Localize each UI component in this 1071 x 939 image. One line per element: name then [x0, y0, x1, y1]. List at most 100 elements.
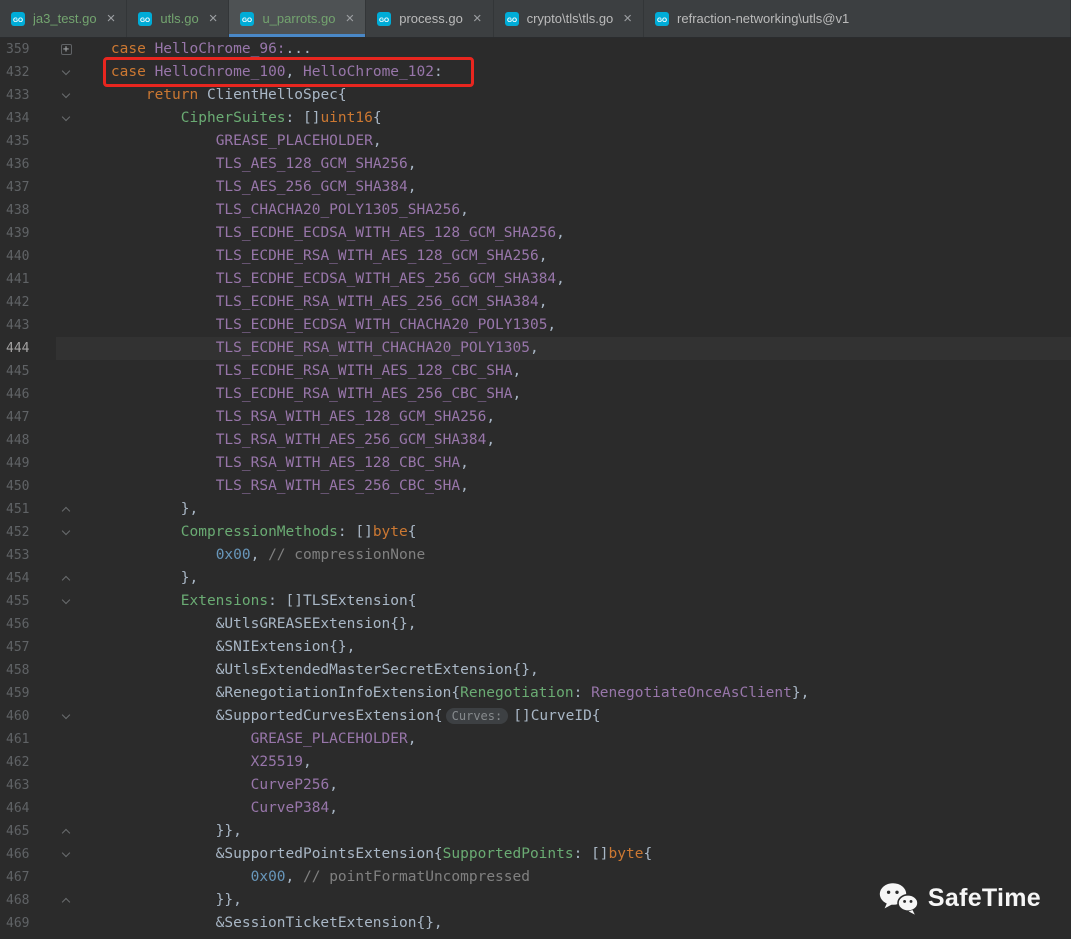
- line-number: 359: [6, 42, 30, 57]
- code-line-458[interactable]: 458 &UtlsExtendedMasterSecretExtension{}…: [0, 659, 1071, 682]
- tab-ja3_test.go[interactable]: GO ja3_test.go ×: [0, 0, 128, 37]
- line-number: 437: [6, 180, 30, 195]
- code-line-444[interactable]: 444 TLS_ECDHE_RSA_WITH_CHACHA20_POLY1305…: [0, 337, 1071, 360]
- code-text: TLS_AES_128_GCM_SHA256,: [215, 156, 417, 172]
- code-line-452[interactable]: 452 CompressionMethods: []byte{: [0, 521, 1071, 544]
- tab-close-icon[interactable]: ×: [473, 11, 482, 26]
- code-text: },: [76, 501, 199, 517]
- code-line-445[interactable]: 445 TLS_ECDHE_RSA_WITH_AES_128_CBC_SHA,: [0, 360, 1071, 383]
- code-line-463[interactable]: 463 CurveP256,: [0, 774, 1071, 797]
- code-line-457[interactable]: 457 &SNIExtension{},: [0, 636, 1071, 659]
- tab-crypto-tls-tls.go[interactable]: GO crypto\tls\tls.go ×: [494, 0, 645, 37]
- code-line-454[interactable]: 454 },: [0, 567, 1071, 590]
- code-text: case HelloChrome_96:...: [110, 41, 312, 58]
- code-line-465[interactable]: 465 }},: [0, 820, 1071, 843]
- code-line-469[interactable]: 469 &SessionTicketExtension{},: [0, 912, 1071, 935]
- code-line-456[interactable]: 456 &UtlsGREASEExtension{},: [0, 613, 1071, 636]
- fold-end-icon[interactable]: [56, 498, 76, 521]
- gutter-spacer: [56, 153, 76, 176]
- code-line-441[interactable]: 441 TLS_ECDHE_ECDSA_WITH_AES_256_GCM_SHA…: [0, 268, 1071, 291]
- code-text: CompressionMethods: []byte{: [180, 524, 417, 540]
- tab-close-icon[interactable]: ×: [345, 11, 354, 26]
- fold-start-icon[interactable]: [56, 705, 76, 728]
- tab-close-icon[interactable]: ×: [107, 11, 116, 26]
- fold-end-icon[interactable]: [56, 889, 76, 912]
- tab-utls.go[interactable]: GO utls.go ×: [127, 0, 230, 37]
- code-line-440[interactable]: 440 TLS_ECDHE_RSA_WITH_AES_128_GCM_SHA25…: [0, 245, 1071, 268]
- fold-end-icon[interactable]: [56, 820, 76, 843]
- fold-start-icon[interactable]: [56, 590, 76, 613]
- tab-u_parrots.go[interactable]: GO u_parrots.go ×: [229, 0, 367, 37]
- line-number: 446: [6, 387, 30, 402]
- line-number: 447: [6, 410, 30, 425]
- line-number: 463: [6, 778, 30, 793]
- go-file-icon: GO: [504, 11, 519, 26]
- line-number: 455: [6, 594, 30, 609]
- fold-end-icon[interactable]: [56, 567, 76, 590]
- code-line-446[interactable]: 446 TLS_ECDHE_RSA_WITH_AES_256_CBC_SHA,: [0, 383, 1071, 406]
- gutter-spacer: [56, 866, 76, 889]
- svg-text:GO: GO: [242, 17, 252, 24]
- tab-label: ja3_test.go: [33, 11, 97, 26]
- fold-start-icon[interactable]: [56, 84, 76, 107]
- line-number: 453: [6, 548, 30, 563]
- code-text: TLS_CHACHA20_POLY1305_SHA256,: [215, 202, 469, 218]
- code-line-470[interactable]: 470 &ALPNExtension{AlpnProtocols: []stri…: [0, 935, 1071, 939]
- code-line-434[interactable]: 434 CipherSuites: []uint16{: [0, 107, 1071, 130]
- line-number: 450: [6, 479, 30, 494]
- line-number: 456: [6, 617, 30, 632]
- code-line-466[interactable]: 466 &SupportedPointsExtension{SupportedP…: [0, 843, 1071, 866]
- code-text: TLS_RSA_WITH_AES_128_GCM_SHA256,: [215, 409, 496, 425]
- code-line-438[interactable]: 438 TLS_CHACHA20_POLY1305_SHA256,: [0, 199, 1071, 222]
- code-line-439[interactable]: 439 TLS_ECDHE_ECDSA_WITH_AES_128_GCM_SHA…: [0, 222, 1071, 245]
- code-text: TLS_ECDHE_RSA_WITH_CHACHA20_POLY1305,: [215, 340, 539, 356]
- code-text: Extensions: []TLSExtension{: [180, 593, 417, 609]
- code-text: TLS_ECDHE_ECDSA_WITH_CHACHA20_POLY1305,: [215, 317, 557, 333]
- code-line-459[interactable]: 459 &RenegotiationInfoExtension{Renegoti…: [0, 682, 1071, 705]
- fold-start-icon[interactable]: [56, 843, 76, 866]
- tab-process.go[interactable]: GO process.go ×: [366, 0, 494, 37]
- gutter-spacer: [56, 176, 76, 199]
- tab-close-icon[interactable]: ×: [623, 11, 632, 26]
- fold-start-icon[interactable]: [56, 107, 76, 130]
- fold-start-icon[interactable]: [56, 521, 76, 544]
- gutter-spacer: [56, 268, 76, 291]
- code-line-437[interactable]: 437 TLS_AES_256_GCM_SHA384,: [0, 176, 1071, 199]
- code-line-432[interactable]: 432 case HelloChrome_100, HelloChrome_10…: [0, 61, 1071, 84]
- code-line-453[interactable]: 453 0x00, // compressionNone: [0, 544, 1071, 567]
- code-line-460[interactable]: 460 &SupportedCurvesExtension{Curves: []C…: [0, 705, 1071, 728]
- code-line-449[interactable]: 449 TLS_RSA_WITH_AES_128_CBC_SHA,: [0, 452, 1071, 475]
- tab-close-icon[interactable]: ×: [209, 11, 218, 26]
- code-line-442[interactable]: 442 TLS_ECDHE_RSA_WITH_AES_256_GCM_SHA38…: [0, 291, 1071, 314]
- line-number: 439: [6, 226, 30, 241]
- code-text: 0x00, // compressionNone: [215, 547, 426, 563]
- gutter-spacer: [56, 475, 76, 498]
- code-line-451[interactable]: 451 },: [0, 498, 1071, 521]
- line-number: 457: [6, 640, 30, 655]
- code-line-447[interactable]: 447 TLS_RSA_WITH_AES_128_GCM_SHA256,: [0, 406, 1071, 429]
- code-line-443[interactable]: 443 TLS_ECDHE_ECDSA_WITH_CHACHA20_POLY13…: [0, 314, 1071, 337]
- code-line-435[interactable]: 435 GREASE_PLACEHOLDER,: [0, 130, 1071, 153]
- code-line-455[interactable]: 455 Extensions: []TLSExtension{: [0, 590, 1071, 613]
- gutter-spacer: [56, 935, 76, 939]
- code-line-436[interactable]: 436 TLS_AES_128_GCM_SHA256,: [0, 153, 1071, 176]
- fold-start-icon[interactable]: [56, 61, 76, 84]
- line-number: 444: [6, 341, 30, 356]
- code-line-464[interactable]: 464 CurveP384,: [0, 797, 1071, 820]
- editor[interactable]: 359 + case HelloChrome_96:... 432 case Hel…: [0, 38, 1071, 939]
- line-number: 466: [6, 847, 30, 862]
- code-text: TLS_ECDHE_ECDSA_WITH_AES_256_GCM_SHA384,: [215, 271, 565, 287]
- code-text: TLS_ECDHE_RSA_WITH_AES_128_GCM_SHA256,: [215, 248, 548, 264]
- tab-refraction-networking-utls@v1[interactable]: GO refraction-networking\utls@v1: [644, 0, 1071, 37]
- code-line-448[interactable]: 448 TLS_RSA_WITH_AES_256_GCM_SHA384,: [0, 429, 1071, 452]
- code-text: &ALPNExtension{AlpnProtocols: []string{"…: [76, 935, 722, 939]
- code-line-461[interactable]: 461 GREASE_PLACEHOLDER,: [0, 728, 1071, 751]
- line-number: 440: [6, 249, 30, 264]
- fold-plus-icon[interactable]: +: [56, 38, 76, 61]
- code-line-450[interactable]: 450 TLS_RSA_WITH_AES_256_CBC_SHA,: [0, 475, 1071, 498]
- code-line-462[interactable]: 462 X25519,: [0, 751, 1071, 774]
- code-line-359[interactable]: 359 + case HelloChrome_96:...: [0, 38, 1071, 61]
- line-number: 436: [6, 157, 30, 172]
- code-text: &SupportedCurvesExtension{Curves: []Curve…: [76, 708, 601, 724]
- code-line-433[interactable]: 433 return ClientHelloSpec{: [0, 84, 1071, 107]
